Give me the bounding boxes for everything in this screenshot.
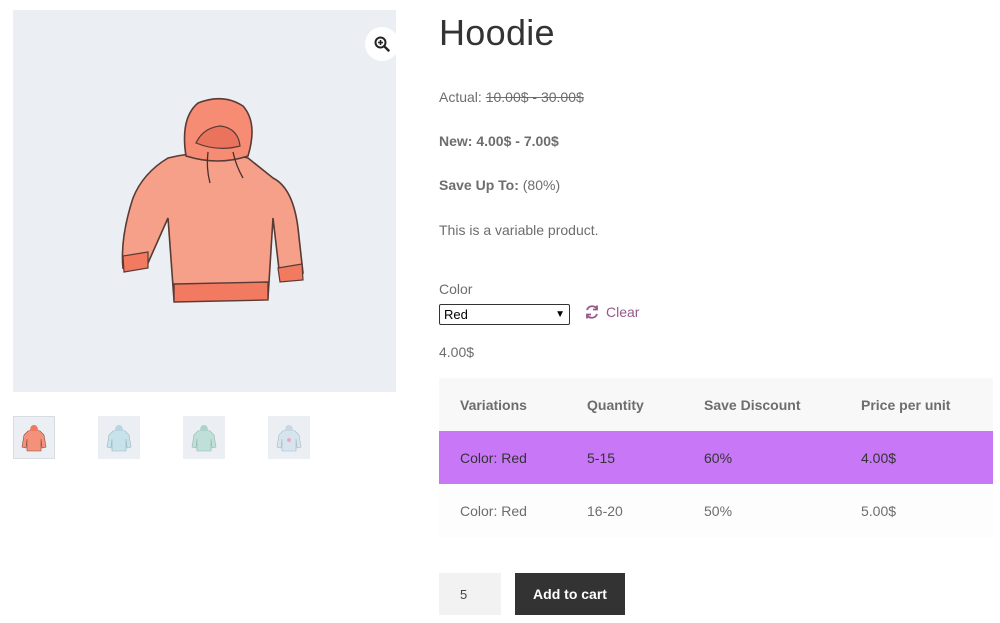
actual-price-range: 10.00$ - 30.00$ bbox=[485, 89, 584, 105]
table-header-cell: Quantity bbox=[587, 396, 644, 413]
table-header-cell: Variations bbox=[460, 396, 527, 413]
table-cell: 5-15 bbox=[587, 449, 616, 466]
table-row: Color: Red 16-20 50% 5.00$ bbox=[439, 484, 993, 537]
hoodie-logo-thumb-icon bbox=[276, 424, 302, 451]
refresh-icon bbox=[586, 305, 598, 319]
chevron-down-icon: ▼ bbox=[555, 309, 565, 320]
table-row: Color: Red 5-15 60% 4.00$ bbox=[439, 431, 993, 484]
color-select-value: Red bbox=[444, 307, 468, 322]
quantity-input[interactable]: 5 bbox=[439, 573, 501, 615]
table-header-cell: Price per unit bbox=[861, 396, 951, 413]
table-cell: 4.00$ bbox=[861, 449, 897, 466]
hoodie-green-thumb-icon bbox=[191, 424, 217, 451]
actual-price-line: Actual: 10.00$ - 30.00$ bbox=[439, 89, 584, 105]
table-cell: 60% bbox=[704, 449, 733, 466]
thumbnail-hoodie-blue[interactable] bbox=[98, 416, 140, 459]
save-up-to-line: Save Up To: (80%) bbox=[439, 177, 560, 193]
bulk-discount-table: Variations Quantity Save Discount Price … bbox=[439, 378, 993, 537]
actual-price-label: Actual: bbox=[439, 89, 482, 105]
color-select[interactable]: Red ▼ bbox=[439, 304, 570, 325]
table-cell: Color: Red bbox=[460, 502, 527, 519]
zoom-button[interactable] bbox=[365, 27, 399, 61]
table-header-cell: Save Discount bbox=[704, 396, 801, 413]
new-price-line: New: 4.00$ - 7.00$ bbox=[439, 133, 559, 149]
hoodie-illustration bbox=[121, 97, 304, 303]
table-cell: 16-20 bbox=[587, 502, 623, 519]
table-cell: 5.00$ bbox=[861, 502, 897, 519]
save-up-to-value: (80%) bbox=[522, 177, 561, 193]
save-up-to-label: Save Up To: bbox=[439, 177, 519, 193]
table-cell: Color: Red bbox=[460, 449, 527, 466]
thumbnail-hoodie-logo[interactable] bbox=[268, 416, 310, 459]
magnifier-plus-icon bbox=[374, 36, 390, 52]
table-cell: 50% bbox=[704, 502, 733, 519]
thumbnail-strip bbox=[13, 416, 310, 459]
thumbnail-hoodie-green[interactable] bbox=[183, 416, 225, 459]
hoodie-red-thumb-icon bbox=[21, 424, 47, 451]
add-to-cart-button[interactable]: Add to cart bbox=[515, 573, 625, 615]
variation-price: 4.00$ bbox=[439, 344, 475, 360]
new-price-text: New: 4.00$ - 7.00$ bbox=[439, 133, 559, 149]
clear-selection-link[interactable]: Clear bbox=[584, 304, 639, 320]
product-description: This is a variable product. bbox=[439, 222, 599, 238]
product-main-image[interactable] bbox=[13, 10, 399, 392]
color-label: Color bbox=[439, 281, 473, 297]
product-title: Hoodie bbox=[439, 12, 555, 53]
thumbnail-hoodie-red[interactable] bbox=[13, 416, 55, 459]
table-header-row: Variations Quantity Save Discount Price … bbox=[439, 378, 993, 431]
clear-label: Clear bbox=[606, 304, 640, 320]
hoodie-blue-thumb-icon bbox=[106, 424, 132, 451]
